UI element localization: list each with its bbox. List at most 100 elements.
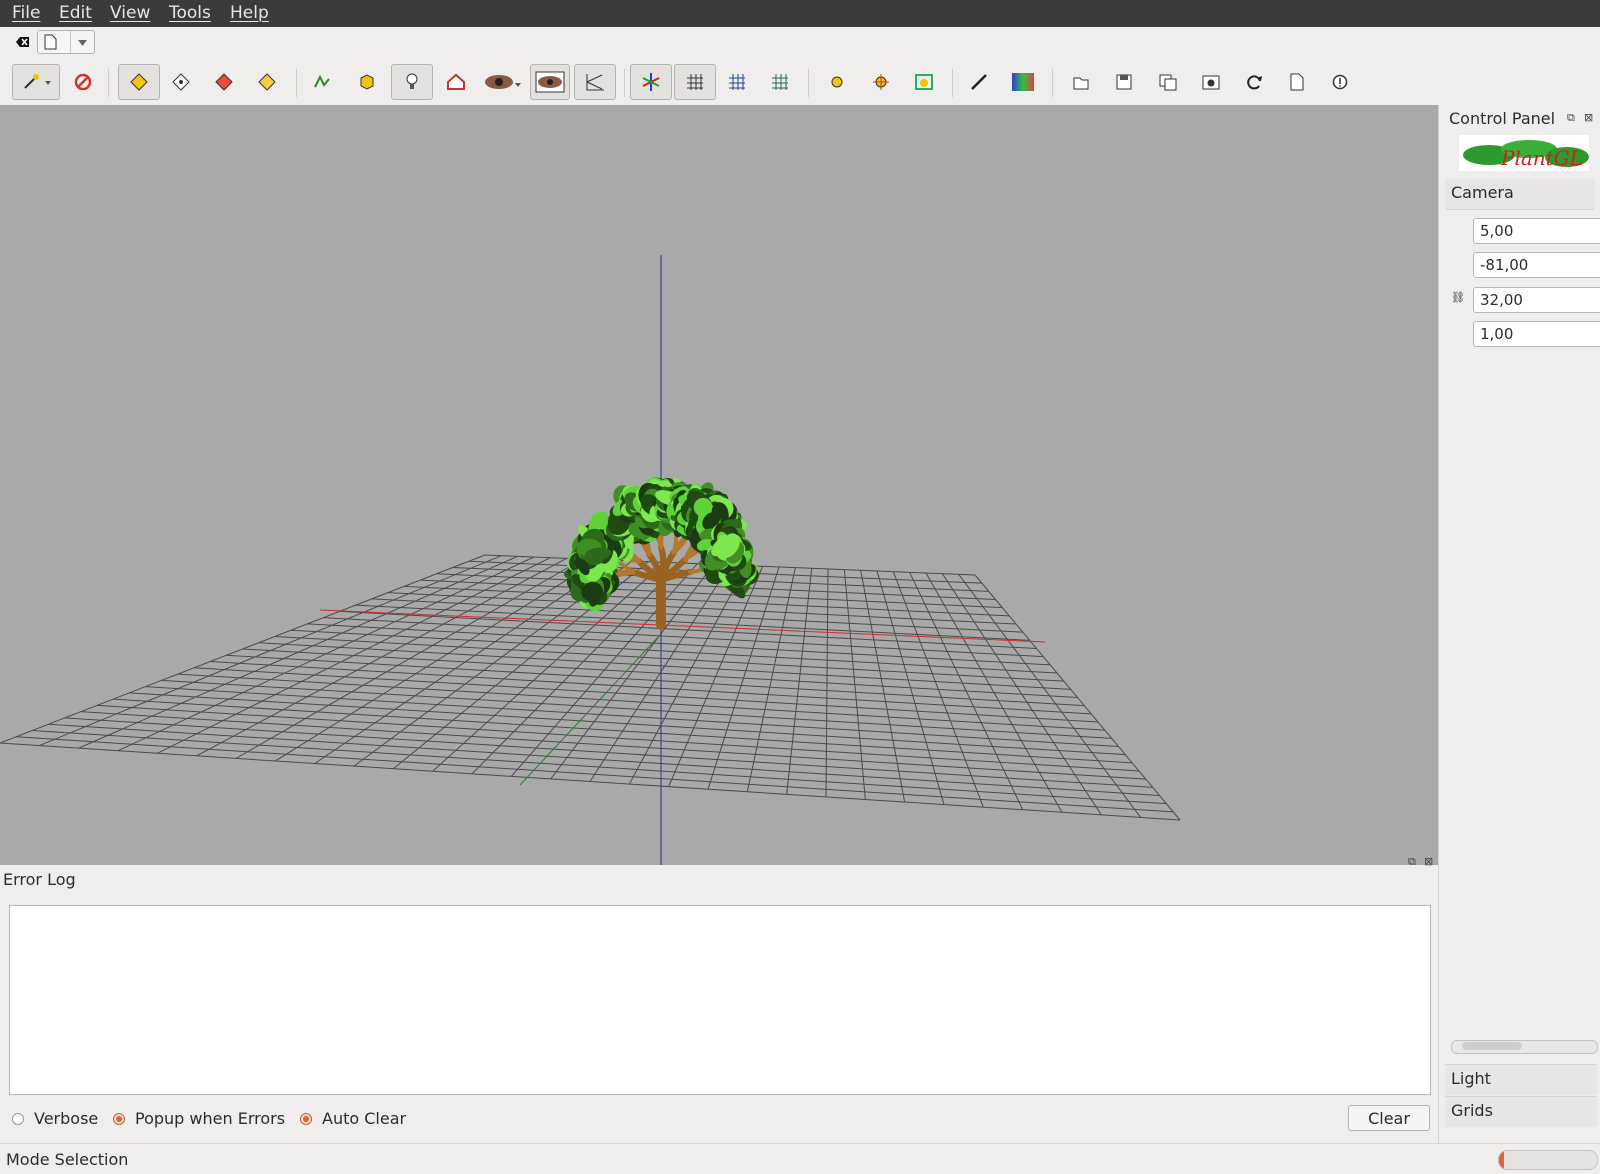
grids-section-header[interactable]: Grids <box>1445 1096 1597 1127</box>
refresh-button[interactable] <box>1235 64 1273 100</box>
line-icon <box>971 74 987 90</box>
screenshot-icon <box>1202 75 1220 90</box>
color-map-button[interactable] <box>1004 64 1042 100</box>
light-bulb-icon <box>406 73 418 89</box>
menu-edit[interactable]: Edit <box>59 3 92 23</box>
link-icon[interactable]: ⛓ <box>1451 291 1465 304</box>
auto-clear-radio[interactable] <box>300 1112 312 1125</box>
camera-field-4[interactable]: 1,00 <box>1473 321 1600 347</box>
copy-icon <box>1159 74 1177 91</box>
auto-clear-label: Auto Clear <box>322 1109 407 1128</box>
cube-icon <box>360 74 374 90</box>
crosshair-button[interactable] <box>862 64 900 100</box>
viewport-3d[interactable] <box>0 105 1438 865</box>
camera-section-label: Camera <box>1451 183 1514 202</box>
scene-canvas[interactable] <box>0 105 1438 865</box>
clear-button[interactable]: Clear <box>1348 1105 1430 1131</box>
error-log-text-area[interactable] <box>9 905 1431 1095</box>
document-selector[interactable] <box>37 30 95 54</box>
walk-icon <box>215 73 233 91</box>
panel-float-icon[interactable]: ⧉ <box>1567 111 1575 125</box>
fly-icon <box>172 73 190 91</box>
home-button[interactable] <box>437 64 475 100</box>
eye-button[interactable] <box>530 64 570 100</box>
progress-fill <box>1499 1151 1504 1169</box>
grid-xz-button[interactable] <box>718 64 756 100</box>
grid-yz-icon <box>772 74 788 90</box>
no-rotation-icon <box>74 73 92 91</box>
save-icon <box>1116 74 1132 90</box>
fly-button[interactable] <box>162 64 200 100</box>
popup-errors-label: Popup when Errors <box>135 1109 286 1128</box>
grid-xy-button[interactable] <box>674 64 716 100</box>
popup-errors-radio[interactable] <box>113 1112 125 1125</box>
light-button[interactable] <box>391 64 433 100</box>
error-log-close-icon[interactable]: ⊠ <box>1424 855 1433 868</box>
curve-button[interactable] <box>304 64 342 100</box>
popup-errors-option[interactable]: Popup when Errors <box>113 1109 285 1128</box>
menu-help[interactable]: Help <box>230 3 269 23</box>
no-rotation-button[interactable] <box>64 64 102 100</box>
bounding-box-icon <box>915 74 933 90</box>
cube-button[interactable] <box>348 64 386 100</box>
close-tab-icon[interactable] <box>14 35 30 49</box>
verbose-option[interactable]: Verbose <box>12 1109 98 1128</box>
control-panel-title: Control Panel <box>1449 109 1556 128</box>
menu-bar: File Edit View Tools Help <box>0 0 1600 27</box>
walk-button[interactable] <box>205 64 243 100</box>
verbose-label: Verbose <box>34 1109 99 1128</box>
point-icon <box>831 76 843 88</box>
camera-section-header[interactable]: Camera <box>1445 179 1595 210</box>
save-button[interactable] <box>1105 64 1143 100</box>
status-text: Mode Selection <box>6 1150 129 1169</box>
menu-view[interactable]: View <box>110 3 150 23</box>
screenshot-button[interactable] <box>1192 64 1230 100</box>
error-log-float-icon[interactable]: ⧉ <box>1408 855 1416 869</box>
eye-dropdown-button[interactable] <box>480 64 526 100</box>
panel-horizontal-scrollbar[interactable] <box>1451 1040 1598 1054</box>
axes-button[interactable] <box>630 64 672 100</box>
open-file-button[interactable] <box>1062 64 1100 100</box>
eye-dropdown-icon <box>485 75 521 89</box>
grid-yz-button[interactable] <box>761 64 799 100</box>
rotate-button[interactable] <box>118 64 160 100</box>
error-log-title: Error Log <box>3 870 76 889</box>
grid-xy-icon <box>687 74 703 90</box>
status-bar: Mode Selection <box>0 1143 1600 1174</box>
new-file-button[interactable] <box>1278 64 1316 100</box>
tab-bar <box>0 27 1600 57</box>
menu-tools[interactable]: Tools <box>169 3 211 23</box>
camera-field-1[interactable]: 5,00 <box>1473 218 1600 244</box>
refresh-icon <box>1247 75 1262 90</box>
info-icon <box>1332 74 1348 90</box>
panel-close-icon[interactable]: ⊠ <box>1584 111 1593 124</box>
rect-select-icon <box>258 73 276 91</box>
control-panel: Control Panel ⧉ ⊠ PlantGL Camera 5,00 -8… <box>1438 105 1600 1145</box>
rect-select-button[interactable] <box>248 64 286 100</box>
perspective-button[interactable] <box>574 64 616 100</box>
error-log-panel: Error Log ⧉ ⊠ Verbose Popup when Errors … <box>0 855 1438 1141</box>
plantgl-logo: PlantGL <box>1459 135 1589 171</box>
camera-field-3[interactable]: 32,00 <box>1473 287 1600 313</box>
rotate-icon <box>130 73 148 91</box>
line-button[interactable] <box>960 64 998 100</box>
menu-file[interactable]: File <box>12 3 40 23</box>
axes-icon <box>642 73 660 91</box>
selection-wand-button[interactable] <box>12 64 60 100</box>
grids-section-label: Grids <box>1451 1101 1493 1120</box>
verbose-radio[interactable] <box>12 1112 24 1125</box>
document-icon <box>44 34 57 50</box>
bounding-box-button[interactable] <box>905 64 943 100</box>
home-icon <box>447 73 465 90</box>
toolbar <box>0 57 1600 106</box>
point-button[interactable] <box>818 64 856 100</box>
copy-button[interactable] <box>1149 64 1187 100</box>
camera-field-2[interactable]: -81,00 <box>1473 252 1600 278</box>
auto-clear-option[interactable]: Auto Clear <box>300 1109 406 1128</box>
info-button[interactable] <box>1321 64 1359 100</box>
light-section-header[interactable]: Light <box>1445 1064 1597 1095</box>
progress-bar <box>1498 1150 1598 1170</box>
svg-text:PlantGL: PlantGL <box>1500 146 1583 170</box>
crosshair-icon <box>873 74 889 90</box>
selection-wand-icon <box>24 74 51 89</box>
